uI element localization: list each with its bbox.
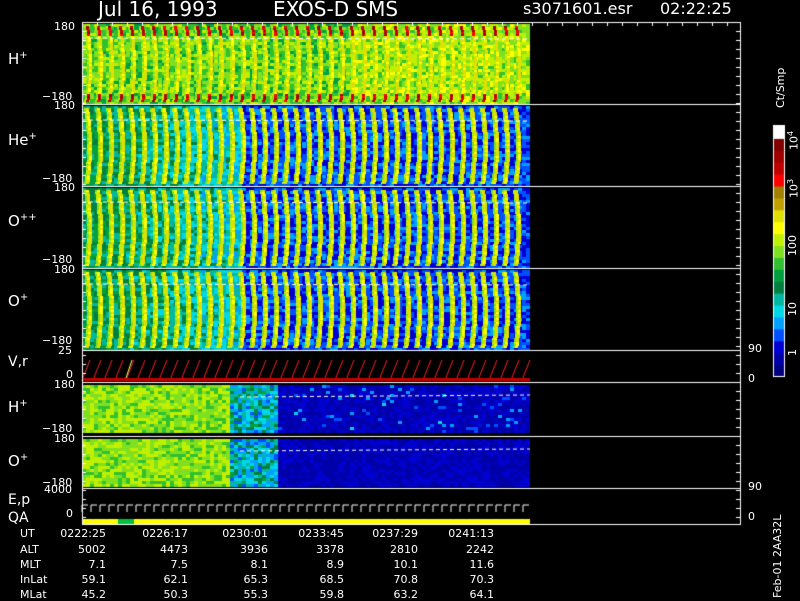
panel-label-h-plus-2: H+ [8, 398, 28, 416]
ephemeris-cell: 70.8 [393, 573, 419, 586]
colorbar-unit: Ct/Smp [774, 67, 787, 108]
ephemeris-cell: 0237:29 [372, 527, 418, 540]
colorbar-label-1e4: 104 [786, 130, 800, 150]
ytick-ep-top: 4000 [44, 483, 72, 496]
colorbar-label-1e3: 103 [786, 178, 800, 198]
ytick-ep-mid: 0 [66, 507, 73, 520]
ephemeris-cell: 45.2 [81, 588, 107, 601]
ephemeris-cell: 63.2 [393, 588, 419, 601]
ytick-o1-top: 180 [54, 263, 75, 276]
ytick-vr-top: 25 [58, 344, 72, 357]
panel-label-vr: V,r [8, 354, 28, 370]
panel-label-ep: E,p [8, 492, 31, 508]
ytick-o2-top: 180 [54, 432, 75, 445]
panel-label-o-plusplus: O++ [8, 212, 37, 230]
ephemeris-cell: 0241:13 [448, 527, 494, 540]
right-tick-vr-0: 0 [748, 372, 755, 385]
ephemeris-cell: 3378 [316, 543, 344, 556]
panel-label-qa: QA [8, 510, 29, 526]
ephemeris-cell: 0222:25 [60, 527, 106, 540]
footer-stamp: Feb-01 2AA32L [771, 514, 784, 598]
plot-time: 02:22:25 [660, 0, 732, 18]
ephemeris-cell: 59.1 [81, 573, 107, 586]
ytick-opp-top: 180 [54, 181, 75, 194]
panel-label-he-plus: He+ [8, 131, 37, 149]
colorbar-label-10: 10 [786, 302, 799, 316]
right-tick-ep-90: 90 [748, 480, 762, 493]
ephemeris-cell: 0230:01 [222, 527, 268, 540]
ephemeris-cell: 11.6 [469, 558, 495, 571]
colorbar-label-100: 100 [786, 235, 799, 256]
plot-instrument: EXOS-D SMS [273, 0, 399, 21]
ephemeris-cell: 2242 [466, 543, 494, 556]
ephemeris-cell: 7.5 [170, 558, 189, 571]
panel-label-o-plus-2: O+ [8, 452, 29, 470]
panel-label-h-plus-1: H+ [8, 50, 28, 68]
plot-date: Jul 16, 1993 [98, 0, 218, 21]
ephemeris-row-label: UT [20, 527, 35, 540]
ephemeris-cell: 4473 [160, 543, 188, 556]
ephemeris-cell: 68.5 [319, 573, 345, 586]
ephemeris-cell: 0233:45 [298, 527, 344, 540]
ephemeris-cell: 8.9 [326, 558, 345, 571]
panel-label-o-plus-1: O+ [8, 292, 29, 310]
ephemeris-cell: 8.1 [250, 558, 269, 571]
ephemeris-cell: 50.3 [163, 588, 189, 601]
plot-filename: s3071601.esr [523, 0, 633, 18]
ephemeris-cell: 62.1 [163, 573, 189, 586]
ephemeris-cell: 55.3 [243, 588, 269, 601]
right-tick-ep-0: 0 [748, 510, 755, 523]
ephemeris-cell: 7.1 [88, 558, 107, 571]
ephemeris-cell: 10.1 [393, 558, 419, 571]
ephemeris-cell: 2810 [390, 543, 418, 556]
spectrogram-canvas [0, 0, 800, 600]
right-tick-vr-90: 90 [748, 342, 762, 355]
ytick-h1-top: 180 [54, 20, 75, 33]
colorbar-label-1: 1 [786, 349, 799, 356]
ytick-h2-top: 180 [54, 378, 75, 391]
ephemeris-cell: 65.3 [243, 573, 269, 586]
ephemeris-cell: 5002 [78, 543, 106, 556]
ytick-he-top: 180 [54, 99, 75, 112]
ephemeris-cell: 3936 [240, 543, 268, 556]
ephemeris-cell: 70.3 [469, 573, 495, 586]
ephemeris-cell: 59.8 [319, 588, 345, 601]
ephemeris-cell: 64.1 [469, 588, 495, 601]
ephemeris-cell: 0226:17 [142, 527, 188, 540]
